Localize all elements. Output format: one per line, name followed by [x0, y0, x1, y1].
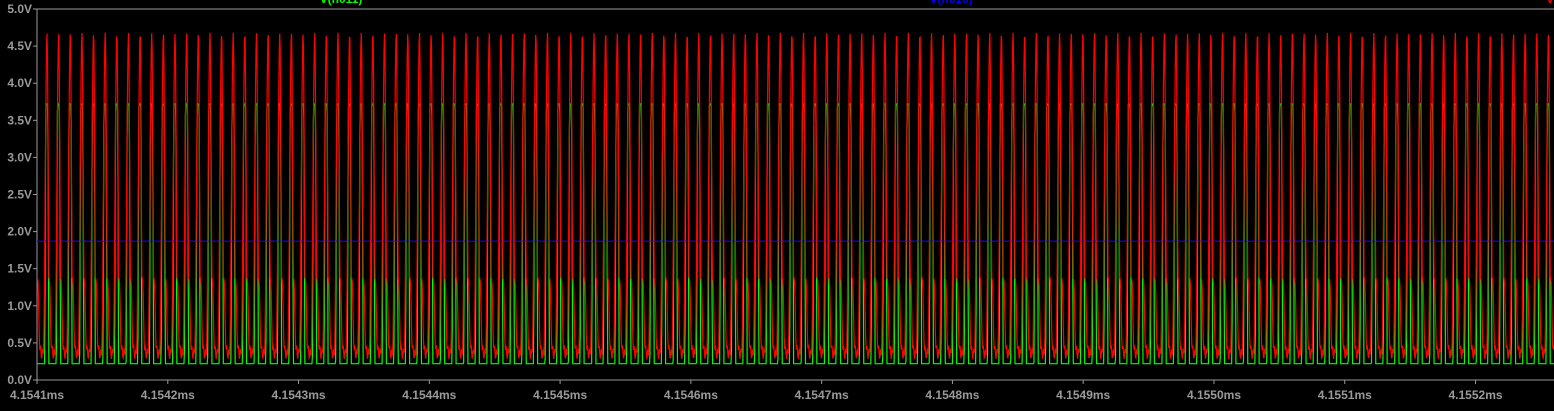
x-tick-label: 4.1544ms — [402, 388, 456, 402]
y-tick-label: 0.5V — [7, 336, 32, 350]
y-tick-label: 5.0V — [7, 2, 32, 16]
legend-entry[interactable]: V(n011) — [320, 0, 363, 6]
x-tick-label: 4.1547ms — [795, 388, 849, 402]
x-tick-label: 4.1546ms — [664, 388, 718, 402]
legend-entry[interactable]: V(n010) — [929, 0, 972, 6]
series-traces — [37, 32, 1554, 365]
legend: V(n011) V(n010) V( — [320, 0, 1554, 6]
y-tick-label: 3.5V — [7, 113, 32, 127]
waveform-plot[interactable]: 0.0V 0.5V 1.0V 1.5V 2.0V 2.5V 3.0V 3.5V 4.0V 4.5V… — [0, 0, 1554, 406]
y-tick-label: 1.0V — [7, 299, 32, 313]
x-tick-label: 4.1552ms — [1449, 388, 1503, 402]
x-tick-label: 4.1548ms — [925, 388, 979, 402]
x-tick-label: 4.1545ms — [533, 388, 587, 402]
y-tick-label: 0.0V — [7, 373, 32, 387]
x-axis-ticks: 4.1541ms 4.1542ms 4.1543ms 4.1544ms 4.1545ms… — [10, 380, 1503, 402]
y-tick-label: 3.0V — [7, 150, 32, 164]
x-tick-label: 4.1543ms — [272, 388, 326, 402]
y-axis-ticks: 0.0V 0.5V 1.0V 1.5V 2.0V 2.5V 3.0V 3.5V 4.0V 4.5V… — [7, 2, 37, 387]
plot-svg: 0.0V 0.5V 1.0V 1.5V 2.0V 2.5V 3.0V 3.5V 4.0V 4.5V… — [7, 0, 1554, 402]
y-tick-label: 1.5V — [7, 262, 32, 276]
x-tick-label: 4.1550ms — [1187, 388, 1241, 402]
x-tick-label: 4.1549ms — [1056, 388, 1110, 402]
legend-entry[interactable]: V( — [1546, 0, 1554, 6]
y-tick-label: 4.0V — [7, 76, 32, 90]
y-tick-label: 2.0V — [7, 225, 32, 239]
x-tick-label: 4.1551ms — [1318, 388, 1372, 402]
series-trace — [37, 32, 1554, 361]
x-tick-label: 4.1541ms — [10, 388, 64, 402]
y-tick-label: 2.5V — [7, 188, 32, 202]
x-tick-label: 4.1542ms — [141, 388, 195, 402]
y-tick-label: 4.5V — [7, 39, 32, 53]
